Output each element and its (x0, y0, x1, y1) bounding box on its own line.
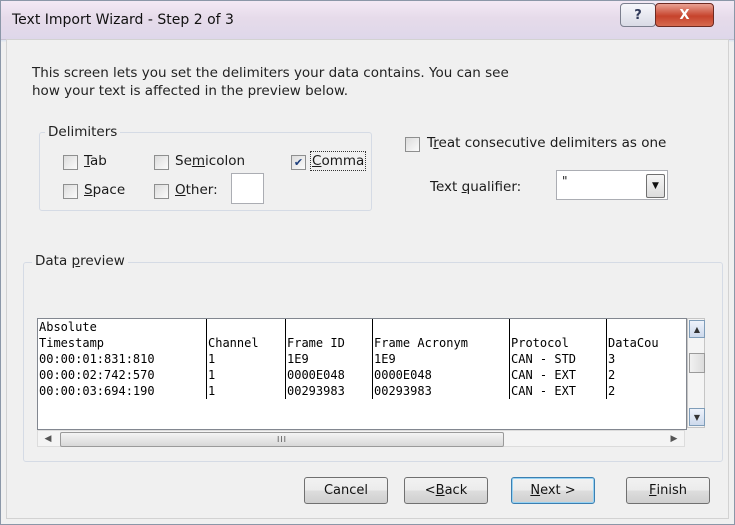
tab-label[interactable]: Tab (84, 153, 107, 169)
back-button[interactable]: < Back (404, 477, 488, 504)
preview-cell: CAN - EXT (509, 383, 607, 399)
preview-cell: CAN - STD (509, 351, 607, 367)
preview-cell: 00:00:02:742:570 (38, 367, 207, 383)
preview-cell (607, 319, 686, 335)
preview-cell: Protocol (509, 335, 607, 351)
scroll-up-icon[interactable]: ▲ (689, 320, 705, 338)
preview-table: Absolute Timestamp Channel Frame ID Fram… (38, 319, 685, 399)
preview-vertical-scrollbar[interactable]: ▲ ▼ (687, 318, 705, 428)
other-delimiter-input[interactable] (231, 173, 264, 204)
instructions-text: This screen lets you set the delimiters … (32, 64, 552, 100)
window-title: Text Import Wizard - Step 2 of 3 (12, 12, 234, 28)
preview-cell: 00293983 (285, 383, 373, 399)
preview-cell: 2 (608, 384, 616, 398)
preview-cell (372, 319, 510, 335)
comma-checkbox[interactable]: ✔ (291, 155, 306, 170)
preview-cell: DataCou (608, 336, 659, 350)
preview-cell: 00:00:01:831:810 (38, 351, 207, 367)
preview-cell (509, 319, 607, 335)
preview-cell: 00293983 (372, 383, 510, 399)
vertical-scroll-thumb[interactable] (689, 353, 705, 373)
preview-header-row-1: Absolute (38, 319, 685, 335)
preview-cell: Frame Acronym (372, 335, 510, 351)
close-button[interactable]: X (655, 3, 714, 27)
preview-cell: 2 (608, 368, 616, 382)
text-qualifier-label: Text qualifier: (430, 179, 522, 195)
next-button[interactable]: Next > (511, 477, 595, 504)
preview-cell: Channel (206, 335, 286, 351)
delimiters-group (39, 132, 372, 211)
preview-cell: 0000E048 (372, 367, 510, 383)
other-checkbox[interactable] (154, 184, 169, 199)
preview-cell (206, 319, 286, 335)
semicolon-checkbox[interactable] (154, 155, 169, 170)
comma-label[interactable]: Comma (309, 151, 367, 171)
space-checkbox[interactable] (63, 184, 78, 199)
text-qualifier-select[interactable]: " ▼ (556, 170, 668, 200)
preview-horizontal-scrollbar[interactable]: ◀ III ▶ (37, 430, 685, 447)
scroll-down-icon[interactable]: ▼ (689, 408, 705, 426)
preview-cell (285, 319, 373, 335)
preview-cell: 3 (608, 352, 616, 366)
treat-consecutive-label[interactable]: Treat consecutive delimiters as one (427, 135, 666, 151)
dropdown-arrow-icon[interactable]: ▼ (646, 174, 665, 198)
instructions-line-1: This screen lets you set the delimiters … (32, 65, 509, 81)
preview-row: 00:00:01:831:810 1 1E9 1E9 CAN - STD 3 (38, 351, 685, 367)
scroll-right-icon[interactable]: ▶ (666, 432, 682, 445)
checkmark-icon: ✔ (293, 156, 304, 169)
preview-row: 00:00:03:694:190 1 00293983 00293983 CAN… (38, 383, 685, 399)
preview-cell: 1E9 (285, 351, 373, 367)
grip-icon: III (276, 435, 288, 444)
title-bar[interactable]: Text Import Wizard - Step 2 of 3 ? X (1, 1, 734, 40)
scroll-left-icon[interactable]: ◀ (40, 432, 56, 445)
preview-row: 00:00:02:742:570 1 0000E048 0000E048 CAN… (38, 367, 685, 383)
preview-cell: CAN - EXT (509, 367, 607, 383)
treat-consecutive-checkbox[interactable] (405, 137, 420, 152)
horizontal-scroll-thumb[interactable]: III (60, 432, 504, 447)
preview-cell: 1 (206, 351, 286, 367)
tab-checkbox[interactable] (63, 155, 78, 170)
close-icon: X (679, 7, 690, 23)
preview-cell: 1 (206, 383, 286, 399)
other-label[interactable]: Other: (175, 182, 218, 198)
help-icon: ? (634, 7, 642, 23)
help-button[interactable]: ? (620, 3, 656, 27)
finish-button[interactable]: Finish (626, 477, 710, 504)
space-label[interactable]: Space (84, 182, 125, 198)
data-preview-grid[interactable]: Absolute Timestamp Channel Frame ID Fram… (37, 318, 687, 430)
preview-cell: Frame ID (285, 335, 373, 351)
text-qualifier-value: " (562, 174, 568, 188)
instructions-line-2: how your text is affected in the preview… (32, 83, 349, 99)
preview-cell: 0000E048 (285, 367, 373, 383)
data-preview-group-label: Data preview (32, 253, 128, 269)
preview-header-row-2: Timestamp Channel Frame ID Frame Acronym… (38, 335, 685, 351)
preview-cell: Absolute (38, 319, 207, 335)
preview-cell: 00:00:03:694:190 (38, 383, 207, 399)
preview-cell: Timestamp (38, 335, 207, 351)
preview-cell: 1 (206, 367, 286, 383)
semicolon-label[interactable]: Semicolon (175, 153, 245, 169)
cancel-button[interactable]: Cancel (304, 477, 388, 504)
delimiters-group-label: Delimiters (45, 124, 121, 140)
preview-cell: 1E9 (372, 351, 510, 367)
